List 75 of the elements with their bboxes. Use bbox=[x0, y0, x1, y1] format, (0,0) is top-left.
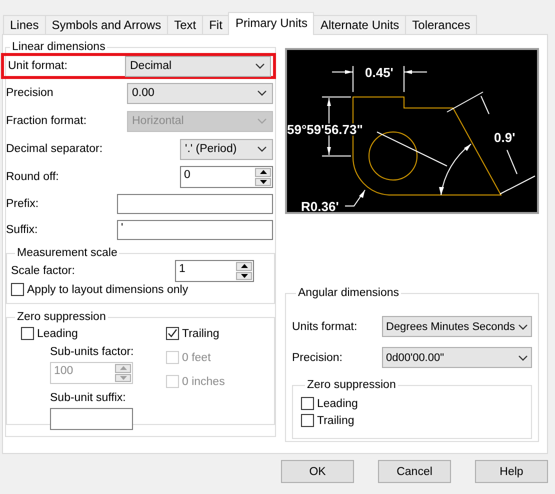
input-field[interactable] bbox=[50, 408, 133, 430]
dialog-button[interactable]: Cancel bbox=[378, 460, 451, 483]
field-value: 1 bbox=[178, 262, 186, 277]
checkbox-label: Leading bbox=[37, 328, 78, 340]
dropdown[interactable]: '.' (Period) bbox=[180, 138, 273, 160]
dialog-button[interactable]: OK bbox=[281, 460, 354, 483]
input-field[interactable]: ' bbox=[117, 220, 273, 240]
dropdown[interactable]: Degrees Minutes Seconds bbox=[382, 316, 532, 337]
spin-down-button[interactable] bbox=[236, 272, 252, 280]
field-label: Prefix: bbox=[6, 198, 39, 210]
checkbox[interactable] bbox=[301, 414, 314, 427]
dropdown-value: Decimal bbox=[130, 60, 172, 72]
down-triangle-icon bbox=[120, 376, 126, 380]
up-triangle-icon bbox=[260, 170, 266, 174]
field-label: Round off: bbox=[6, 171, 59, 183]
dropdown[interactable]: 0.00 bbox=[127, 82, 273, 104]
input-field[interactable] bbox=[117, 194, 273, 214]
up-triangle-icon bbox=[120, 366, 126, 370]
field-label: Suffix: bbox=[6, 224, 38, 236]
group-title: Linear dimensions bbox=[11, 41, 106, 53]
field-label: Scale factor: bbox=[11, 265, 75, 277]
dropdown-value: Degrees Minutes Seconds bbox=[386, 320, 516, 332]
spin-field[interactable]: 1 bbox=[175, 260, 254, 282]
tab[interactable]: Primary Units bbox=[228, 12, 314, 35]
field-label: Decimal separator: bbox=[6, 143, 103, 155]
dropdown-value: '.' (Period) bbox=[185, 143, 237, 155]
checkbox-label: 0 feet bbox=[182, 352, 211, 364]
field-value: 0 bbox=[183, 168, 192, 183]
spin-field[interactable]: 0 bbox=[180, 166, 273, 188]
group-title: Angular dimensions bbox=[297, 287, 400, 299]
field-label: Units format: bbox=[292, 320, 358, 332]
chevron-down-icon bbox=[518, 324, 528, 330]
group-title: Zero suppression bbox=[306, 379, 397, 391]
field-value: 100 bbox=[53, 364, 74, 379]
field-label: Sub-units factor: bbox=[50, 346, 135, 358]
spin-up-button[interactable] bbox=[236, 262, 252, 270]
chevron-down-icon bbox=[518, 354, 528, 360]
checkbox-label: 0 inches bbox=[182, 376, 225, 388]
tab[interactable]: Symbols and Arrows bbox=[44, 15, 168, 34]
tab[interactable]: Lines bbox=[3, 15, 46, 34]
dropdown-value: 0.00 bbox=[132, 87, 154, 99]
up-triangle-icon bbox=[240, 264, 248, 268]
field-label: Precision bbox=[6, 87, 54, 99]
dimension-label: 0.45' bbox=[365, 65, 394, 80]
checkbox-label: Leading bbox=[317, 398, 358, 410]
checkbox[interactable] bbox=[11, 283, 24, 296]
spin-up-button[interactable] bbox=[255, 168, 271, 176]
dropdown-value: 0d00'00.00" bbox=[386, 352, 444, 364]
dropdown-value: Horizontal bbox=[132, 115, 184, 127]
checkbox-label: Trailing bbox=[317, 414, 354, 426]
field-label: Sub-unit suffix: bbox=[50, 392, 127, 404]
field-label: Unit format: bbox=[8, 60, 68, 72]
tab[interactable]: Tolerances bbox=[405, 15, 478, 34]
dimension-label: 0.9' bbox=[494, 130, 516, 145]
group-title: Zero suppression bbox=[16, 311, 107, 323]
down-triangle-icon bbox=[240, 274, 248, 278]
checkbox[interactable] bbox=[301, 397, 314, 410]
dialog-button[interactable]: Help bbox=[475, 460, 548, 483]
checkbox-label: Trailing bbox=[182, 328, 220, 340]
checkmark-icon bbox=[167, 328, 178, 339]
dropdown[interactable]: 0d00'00.00" bbox=[382, 347, 532, 368]
down-triangle-icon bbox=[260, 180, 266, 184]
spin-down-button[interactable] bbox=[255, 178, 271, 186]
checkbox[interactable] bbox=[21, 327, 34, 340]
chevron-down-icon bbox=[255, 63, 265, 69]
group-title: Measurement scale bbox=[16, 247, 118, 259]
chevron-down-icon bbox=[257, 118, 267, 124]
checkbox[interactable] bbox=[166, 327, 179, 340]
field-label: Fraction format: bbox=[6, 115, 87, 127]
checkbox-label: Apply to layout dimensions only bbox=[27, 284, 188, 296]
dimension-label: R0.36' bbox=[301, 199, 339, 212]
dropdown[interactable]: Decimal bbox=[125, 56, 271, 76]
chevron-down-icon bbox=[257, 146, 267, 152]
chevron-down-icon bbox=[257, 90, 267, 96]
field-label: Precision: bbox=[292, 352, 342, 364]
